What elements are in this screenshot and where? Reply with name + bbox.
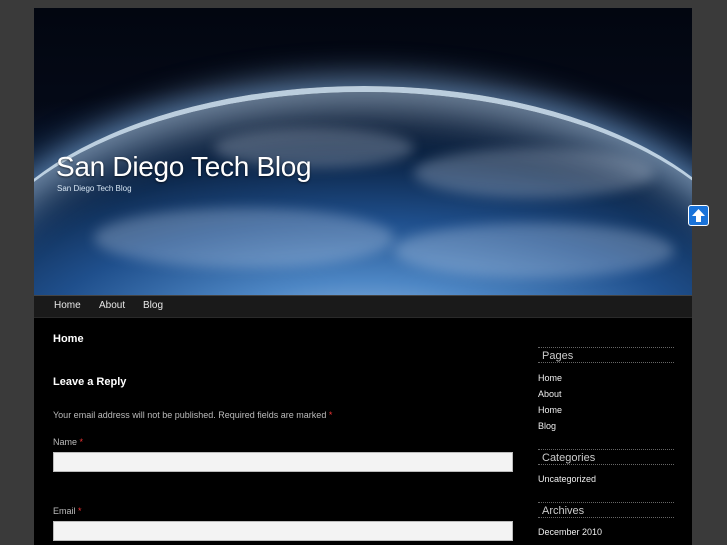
cloud-shape (414, 148, 654, 198)
main-nav: Home About Blog (34, 295, 692, 318)
site-title[interactable]: San Diego Tech Blog (56, 151, 312, 183)
widget-title-categories: Categories (538, 449, 674, 465)
page-title: Home (53, 333, 84, 345)
widget-title-archives: Archives (538, 502, 674, 518)
email-label-text: Email (53, 506, 76, 516)
name-label: Name * (53, 437, 83, 447)
comment-notes-text: Your email address will not be published… (53, 410, 327, 420)
cloud-shape (394, 223, 674, 278)
required-marker: * (79, 437, 84, 447)
required-marker: * (328, 410, 333, 420)
name-field[interactable] (53, 452, 513, 472)
page-container: San Diego Tech Blog San Diego Tech Blog … (34, 8, 692, 545)
nav-item-home[interactable]: Home (54, 300, 81, 311)
nav-item-about[interactable]: About (99, 300, 125, 311)
cloud-shape (94, 208, 394, 268)
email-field[interactable] (53, 521, 513, 541)
sidebar-item-about[interactable]: About (538, 389, 562, 399)
sidebar-item-blog[interactable]: Blog (538, 421, 556, 431)
arrow-up-icon (692, 209, 705, 222)
sidebar-item-home-2[interactable]: Home (538, 405, 562, 415)
scroll-to-top-button[interactable] (688, 205, 709, 226)
email-label: Email * (53, 506, 82, 516)
nav-item-blog[interactable]: Blog (143, 300, 163, 311)
widget-title-pages: Pages (538, 347, 674, 363)
site-tagline: San Diego Tech Blog (57, 184, 132, 193)
reply-heading: Leave a Reply (53, 376, 127, 388)
name-label-text: Name (53, 437, 78, 447)
sidebar-item-uncategorized[interactable]: Uncategorized (538, 474, 596, 484)
comment-notes: Your email address will not be published… (53, 410, 332, 420)
sidebar-item-december-2010[interactable]: December 2010 (538, 527, 602, 537)
header-banner: San Diego Tech Blog San Diego Tech Blog (34, 8, 692, 295)
required-marker: * (78, 506, 82, 516)
sidebar-item-home[interactable]: Home (538, 373, 562, 383)
